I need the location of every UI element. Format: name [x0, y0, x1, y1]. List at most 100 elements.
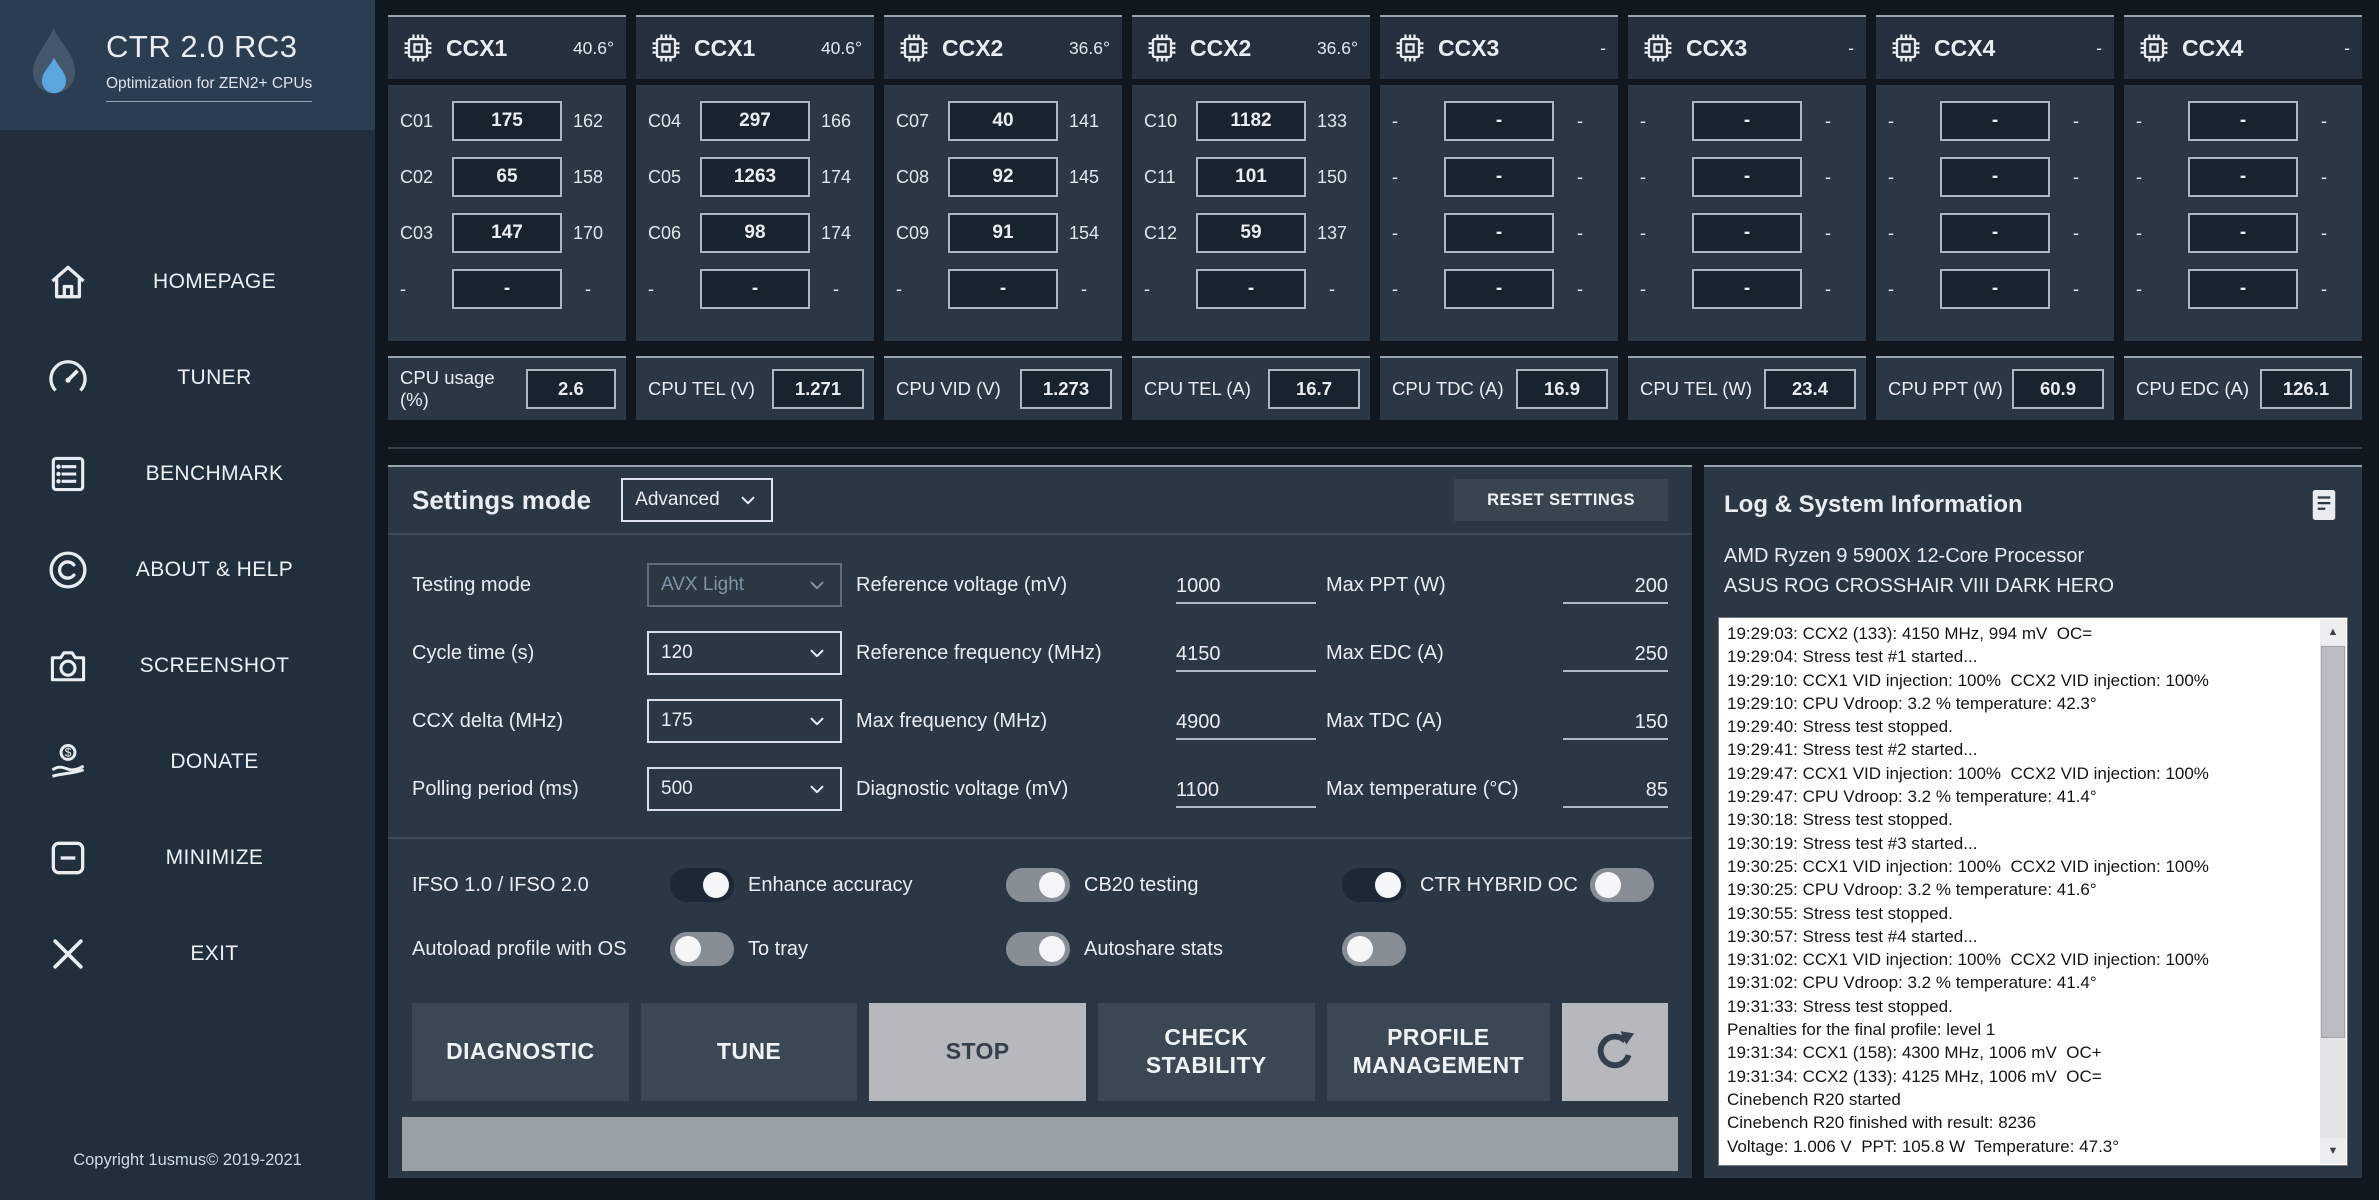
sidebar-item-label: SCREENSHOT [139, 654, 290, 677]
core-extra-value: 154 [1068, 222, 1100, 243]
max-ppt-w-field[interactable]: 200 [1563, 566, 1668, 604]
ccx-name: CCX1 [694, 34, 756, 61]
core-row: --- [884, 261, 1122, 317]
to-tray-label: To tray [748, 937, 809, 960]
log-scrollbar[interactable]: ▲ ▼ [2320, 619, 2346, 1164]
core-value-box: - [1940, 101, 2050, 141]
polling-period-ms-label: Polling period (ms) [412, 777, 579, 800]
core-label: - [1888, 110, 1894, 131]
cb20-testing-toggle[interactable] [1342, 868, 1406, 902]
home-icon [46, 260, 90, 304]
core-row: --- [1380, 261, 1618, 317]
core-label: - [2136, 166, 2142, 187]
ccx-panel-header: CCX4 - [2124, 15, 2362, 79]
refresh-button[interactable] [1562, 1003, 1668, 1101]
core-value-box: 101 [1196, 157, 1306, 197]
ccx-delta-mhz-dropdown[interactable]: 175 [647, 699, 842, 743]
ccx-temperature: 40.6° [820, 37, 862, 58]
core-extra-value: - [1825, 278, 1831, 299]
log-line: Cinebench R20 finished with result: 8236 [1727, 1113, 2037, 1133]
stat-value: 1.273 [1020, 369, 1112, 409]
ifso-1-0-ifso-2-0-toggle[interactable] [670, 868, 734, 902]
core-label: - [1640, 166, 1646, 187]
log-lines: 19:29:03: CCX2 (133): 4150 MHz, 994 mV O… [1727, 622, 2307, 1163]
cycle-time-s-dropdown[interactable]: 120 [647, 631, 842, 675]
core-extra-value: - [2073, 110, 2079, 131]
autoshare-stats-toggle[interactable] [1342, 932, 1406, 966]
settings-mode-dropdown[interactable]: Advanced [621, 478, 774, 522]
sidebar-item-minimize[interactable]: MINIMIZE [0, 810, 375, 906]
dropdown-value: AVX Light [661, 574, 745, 595]
ctr-hybrid-oc-toggle[interactable] [1590, 868, 1654, 902]
scrollbar-thumb[interactable] [2321, 646, 2345, 1039]
ifso-1-0-ifso-2-0-label: IFSO 1.0 / IFSO 2.0 [412, 873, 589, 896]
core-label: - [1888, 166, 1894, 187]
log-textbox[interactable]: 19:29:03: CCX2 (133): 4150 MHz, 994 mV O… [1718, 617, 2348, 1166]
max-temperature-c-field[interactable]: 85 [1563, 770, 1668, 808]
ccx-temperature: 36.6° [1068, 37, 1110, 58]
toggle-group: Autoload profile with OS [412, 932, 748, 966]
log-line: 19:30:25: CCX1 VID injection: 100% CCX2 … [1727, 856, 2209, 876]
system-info: AMD Ryzen 9 5900X 12-Core Processor ASUS… [1704, 527, 2362, 601]
ccx-panel-body: - - - - - - - - - - - - [2124, 85, 2362, 341]
diagnostic-voltage-mv-field[interactable]: 1100 [1176, 770, 1316, 808]
sidebar-item-benchmark[interactable]: BENCHMARK [0, 426, 375, 522]
sidebar-item-about-help[interactable]: ABOUT & HELP [0, 522, 375, 618]
testing-mode-dropdown[interactable]: AVX Light [647, 563, 842, 607]
to-tray-toggle[interactable] [1006, 932, 1070, 966]
max-tdc-a-field[interactable]: 150 [1563, 702, 1668, 740]
profile-management-button[interactable]: PROFILE MANAGEMENT [1326, 1003, 1550, 1101]
ccx-name: CCX4 [1934, 34, 1996, 61]
reference-voltage-mv-field[interactable]: 1000 [1176, 566, 1316, 604]
ccx-name: CCX3 [1438, 34, 1500, 61]
core-value-box: - [1444, 101, 1554, 141]
autoload-profile-with-os-toggle[interactable] [670, 932, 734, 966]
chip-icon [1144, 30, 1180, 66]
sidebar-item-label: HOMEPAGE [153, 270, 276, 293]
core-row: C04 297 166 [636, 93, 874, 149]
core-extra-value: - [1081, 278, 1087, 299]
chevron-down-icon [806, 574, 828, 596]
reset-settings-button[interactable]: RESET SETTINGS [1454, 479, 1668, 521]
core-label: - [400, 278, 406, 299]
core-row: --- [1876, 205, 2114, 261]
sidebar-item-tuner[interactable]: TUNER [0, 330, 375, 426]
core-extra-value: 137 [1316, 222, 1348, 243]
core-value-box: - [1940, 157, 2050, 197]
dropdown-value: 500 [661, 778, 693, 799]
sidebar-item-screenshot[interactable]: SCREENSHOT [0, 618, 375, 714]
sidebar-item-homepage[interactable]: HOMEPAGE [0, 234, 375, 330]
list-icon [46, 452, 90, 496]
diagnostic-button[interactable]: DIAGNOSTIC [412, 1003, 629, 1101]
core-label: - [1392, 166, 1398, 187]
app-subtitle: Optimization for ZEN2+ CPUs [106, 75, 313, 102]
diagnostic-voltage-mv-label: Diagnostic voltage (mV) [856, 777, 1069, 800]
polling-period-ms-dropdown[interactable]: 500 [647, 767, 842, 811]
sidebar-item-donate[interactable]: $ DONATE [0, 714, 375, 810]
toggle-knob [1347, 936, 1373, 962]
flame-logo-icon [18, 23, 90, 107]
core-label: - [1888, 222, 1894, 243]
cb20-testing-label: CB20 testing [1084, 873, 1199, 896]
check-stability-button[interactable]: CHECK STABILITY [1097, 1003, 1315, 1101]
core-extra-value: - [1577, 222, 1583, 243]
core-extra-value: - [1577, 166, 1583, 187]
max-edc-a-field[interactable]: 250 [1563, 634, 1668, 672]
enhance-accuracy-toggle[interactable] [1006, 868, 1070, 902]
scroll-down-arrow[interactable]: ▼ [2320, 1138, 2346, 1164]
reference-frequency-mhz-field[interactable]: 4150 [1176, 634, 1316, 672]
chevron-down-icon [806, 642, 828, 664]
stat-value: 60.9 [2012, 369, 2104, 409]
sidebar-item-exit[interactable]: EXIT [0, 906, 375, 1002]
stop-button[interactable]: STOP [869, 1003, 1086, 1101]
scroll-up-arrow[interactable]: ▲ [2320, 619, 2346, 645]
log-report-button[interactable] [2302, 483, 2346, 527]
ccx-panel-header: CCX1 40.6° [636, 15, 874, 79]
chip-icon [896, 30, 932, 66]
max-frequency-mhz-label: Max frequency (MHz) [856, 709, 1048, 732]
log-line: 19:29:04: Stress test #1 started... [1727, 647, 1978, 667]
tune-button[interactable]: TUNE [640, 1003, 858, 1101]
max-frequency-mhz-field[interactable]: 4900 [1176, 702, 1316, 740]
core-label: - [2136, 110, 2142, 131]
minimize-icon [46, 836, 90, 880]
